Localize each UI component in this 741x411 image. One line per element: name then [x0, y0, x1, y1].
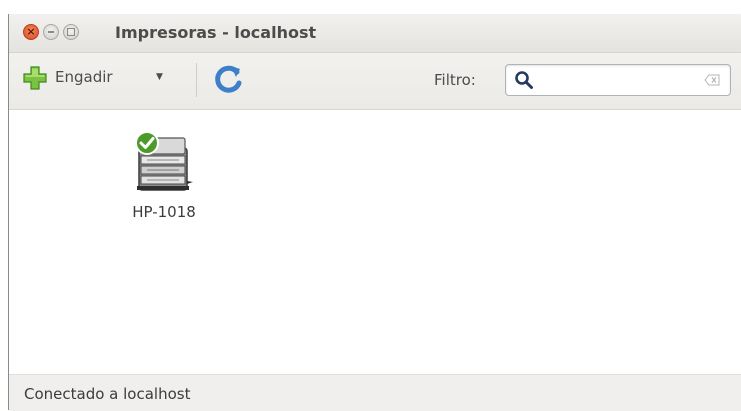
add-button[interactable]: Engadir ▼ [17, 63, 177, 93]
minimize-button[interactable] [43, 24, 59, 40]
printer-name: HP-1018 [132, 203, 196, 221]
maximize-icon [67, 28, 75, 36]
plus-icon [23, 66, 47, 90]
filter-label: Filtro: [434, 71, 476, 89]
window-title: Impresoras - localhost [115, 23, 317, 42]
close-button[interactable]: × [23, 24, 39, 40]
status-bar: Conectado a localhost [9, 374, 741, 411]
background-strip [0, 0, 741, 14]
chevron-down-icon[interactable]: ▼ [156, 72, 163, 82]
close-icon: × [26, 25, 36, 38]
clear-icon[interactable] [704, 74, 720, 86]
minimize-icon [48, 31, 54, 33]
printer-list: HP-1018 [9, 110, 741, 374]
printer-icon [135, 131, 193, 191]
filter-search-input[interactable] [505, 64, 731, 96]
refresh-icon[interactable] [211, 63, 245, 97]
toolbar: Engadir ▼ Filtro: [9, 53, 741, 110]
status-text: Conectado a localhost [24, 385, 191, 403]
printer-item[interactable]: HP-1018 [99, 126, 229, 226]
maximize-button[interactable] [63, 24, 79, 40]
title-bar[interactable]: × Impresoras - localhost [9, 14, 741, 53]
add-button-label: Engadir [55, 68, 113, 86]
printers-window: × Impresoras - localhost Engadir ▼ Filtr… [8, 14, 741, 411]
toolbar-separator [196, 63, 197, 97]
search-icon [515, 71, 533, 89]
